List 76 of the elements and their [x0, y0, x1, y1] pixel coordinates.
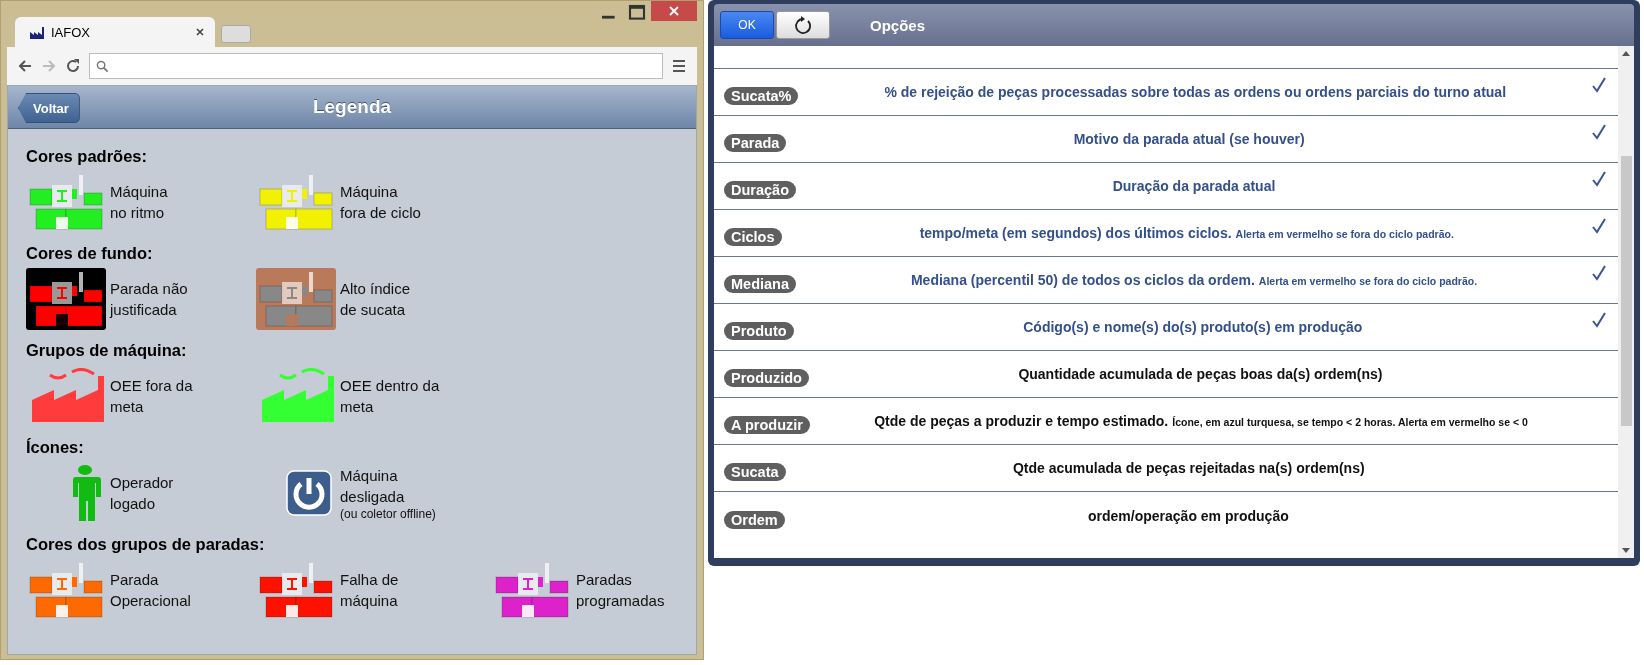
scroll-up-icon[interactable]	[1622, 50, 1630, 56]
check-icon	[1592, 265, 1606, 281]
factory-icon	[29, 24, 45, 40]
check-icon	[1592, 312, 1606, 328]
refresh-icon	[793, 15, 813, 35]
option-description: ordem/operação em produção	[1088, 507, 1289, 524]
option-row[interactable]: Produto Código(s) e nome(s) do(s) produto(s) em produção	[714, 304, 1618, 351]
legend-label: Parada Operacional	[110, 570, 191, 611]
option-note: Alerta em vermelho se fora do ciclo padrão.	[1258, 275, 1478, 287]
section-heading: Grupos de máquina:	[26, 341, 188, 360]
option-row[interactable]: Parada Motivo da parada atual (se houver)	[714, 116, 1618, 163]
browser-tab[interactable]: IAFOX	[15, 17, 215, 47]
option-description: Mediana (percentil 50) de todos os ciclos da ordem.	[910, 272, 1255, 288]
option-tag: A produzir	[724, 416, 810, 434]
option-tag: Parada	[724, 134, 787, 152]
option-description: Qtde acumulada de peças rejeitadas na(s) ordem(ns)	[1012, 460, 1365, 476]
page-title: Legenda	[312, 96, 392, 118]
option-description: Motivo da parada atual (se houver)	[1073, 131, 1305, 147]
legend-label: Máquina fora de ciclo	[340, 182, 421, 223]
scrollbar[interactable]	[1618, 46, 1634, 558]
close-icon	[669, 6, 679, 16]
check-icon	[1592, 218, 1606, 234]
option-row[interactable]: Sucata% % de rejeição de peças processadas sobre todas as ordens ou ordens parciais do turno atual	[714, 69, 1618, 116]
option-note: Alerta em vermelho se fora do ciclo padrão.	[1235, 228, 1454, 240]
option-row[interactable]: Ordem ordem/operação em produção	[714, 492, 1618, 539]
option-description: Qtde de peças a produzir e tempo estimado.	[874, 413, 1169, 429]
option-tag: Ordem	[724, 510, 785, 529]
reload-icon[interactable]	[65, 58, 81, 74]
option-row[interactable]: Produzido Quantidade acumulada de peças boas da(s) ordem(ns)	[714, 351, 1618, 398]
ok-button[interactable]: OK	[720, 11, 774, 39]
option-description: Quantidade acumulada de peças boas da(s) ordem(ns)	[1018, 366, 1383, 382]
option-tag: Mediana	[724, 275, 796, 293]
option-description: Código(s) e nome(s) do(s) produto(s) em produção	[1023, 319, 1363, 335]
option-tag: Sucata	[724, 463, 786, 481]
legend-label: Máquina desligada	[340, 466, 406, 507]
option-row[interactable]: Ciclos tempo/meta (em segundos) dos últimos ciclos. Alerta em vermelho se fora do ciclo padrão.	[714, 210, 1618, 257]
scroll-down-icon[interactable]	[1622, 548, 1630, 554]
refresh-button[interactable]	[776, 11, 830, 39]
scrollbar-thumb[interactable]	[1620, 156, 1632, 426]
section-heading: Ícones:	[26, 438, 85, 457]
option-row[interactable]: A produzir Qtde de peças a produzir e tempo estimado. Ícone, em azul turquesa, se tempo < 2 horas. Alerta em vermelho se < 0	[714, 398, 1618, 445]
back-button[interactable]: Voltar	[18, 93, 80, 123]
legend-label: Parada não justificada	[110, 279, 188, 320]
legend-label: Máquina no ritmo	[110, 182, 168, 223]
check-icon	[1592, 124, 1606, 140]
legend-label: Alto índice de sucata	[340, 279, 411, 320]
legend-label: Paradas programadas	[576, 570, 665, 611]
legend-label: OEE fora da meta	[110, 376, 193, 417]
section-heading: Cores dos grupos de paradas:	[26, 535, 266, 554]
option-description: % de rejeição de peças processadas sobre todas as ordens ou ordens parciais do turno atual	[884, 84, 1507, 100]
legend-note: (ou coletor offline)	[340, 507, 436, 521]
option-row[interactable]: Duração Duração da parada atual	[714, 163, 1618, 210]
option-tag: Sucata%	[724, 87, 799, 105]
section-heading: Cores padrões:	[26, 147, 149, 166]
tab-title: IAFOX	[51, 24, 91, 40]
search-icon	[96, 59, 109, 73]
option-note: Ícone, em azul turquesa, se tempo < 2 horas. Alerta em vermelho se < 0	[1172, 416, 1528, 428]
back-arrow-icon[interactable]	[17, 58, 33, 74]
check-icon	[1592, 171, 1606, 187]
legend-label: Operador logado	[110, 473, 174, 514]
close-button[interactable]	[651, 1, 697, 21]
option-tag: Ciclos	[724, 228, 782, 246]
option-tag: Produzido	[724, 369, 809, 387]
section-heading: Cores de fundo:	[26, 244, 154, 263]
option-description: tempo/meta (em segundos) dos últimos ciclos.	[919, 225, 1232, 241]
option-description: Duração da parada atual	[1112, 178, 1276, 194]
check-icon	[1592, 77, 1606, 93]
option-row[interactable]: Mediana Mediana (percentil 50) de todos os ciclos da ordem. Alerta em vermelho se fora do ciclo padrão.	[714, 257, 1618, 304]
menu-icon[interactable]	[671, 58, 687, 74]
legend-label: Falha de máquina	[340, 570, 399, 611]
close-icon[interactable]	[195, 27, 205, 37]
dialog-title: Opções	[870, 16, 926, 34]
legend-label: OEE dentro da meta	[340, 376, 440, 417]
option-row[interactable]: Sucata Qtde acumulada de peças rejeitadas na(s) ordem(ns)	[714, 445, 1618, 492]
option-tag: Produto	[724, 322, 794, 340]
option-tag: Duração	[724, 181, 797, 199]
